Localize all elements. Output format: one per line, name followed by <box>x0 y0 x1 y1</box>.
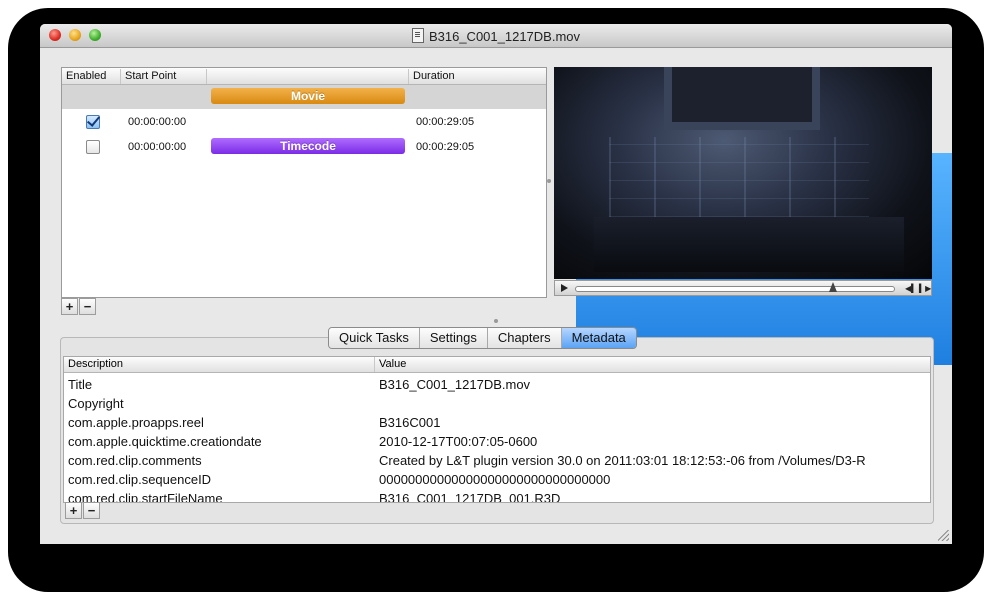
column-start-point[interactable]: Start Point <box>121 69 207 84</box>
video-frame-wall <box>609 137 869 217</box>
metadata-row[interactable]: com.apple.proapps.reel B316C001 <box>64 413 930 432</box>
movie-file-icon <box>411 28 424 43</box>
add-track-button[interactable]: + <box>61 298 78 315</box>
metadata-value[interactable]: B316C001 <box>379 413 440 432</box>
duration-video: 00:00:29:05 <box>416 116 475 128</box>
tab-settings[interactable]: Settings <box>419 328 488 348</box>
metadata-description: Copyright <box>68 396 124 411</box>
metadata-row[interactable]: com.red.clip.sequenceID 00000000000000000… <box>64 470 930 489</box>
metadata-header: Description Value <box>64 357 930 373</box>
track-pill-movie[interactable]: Movie <box>211 88 405 104</box>
metadata-description: com.red.clip.comments <box>68 453 202 468</box>
column-description[interactable]: Description <box>64 357 375 372</box>
window-title-text: B316_C001_1217DB.mov <box>428 29 581 44</box>
step-forward-icon[interactable]: ▍▶ <box>919 284 931 293</box>
metadata-value[interactable]: 00000000000000000000000000000000 <box>379 470 610 489</box>
tracks-header: Enabled Start Point Duration <box>62 68 546 85</box>
column-track-name[interactable] <box>207 69 409 84</box>
metadata-description: com.red.clip.sequenceID <box>68 472 212 487</box>
remove-track-button[interactable]: − <box>79 298 96 315</box>
metadata-value[interactable]: B316_C001_1217DB.mov <box>379 375 530 394</box>
tab-bar: Quick Tasks Settings Chapters Metadata <box>328 327 637 349</box>
metadata-table: Description Value Title B316_C001_1217DB.… <box>63 356 931 503</box>
start-point-video: 00:00:00:00 <box>128 116 187 128</box>
enabled-checkbox-timecode[interactable] <box>86 140 100 154</box>
video-preview[interactable] <box>554 67 932 279</box>
metadata-row[interactable]: Copyright <box>64 394 930 413</box>
metadata-row[interactable]: com.red.clip.comments Created by L&T plug… <box>64 451 930 470</box>
metadata-value[interactable]: Created by L&T plugin version 30.0 on 20… <box>379 451 866 470</box>
start-point-timecode: 00:00:00:00 <box>128 141 187 153</box>
tab-metadata[interactable]: Metadata <box>561 328 636 348</box>
enabled-checkbox-video[interactable] <box>86 115 100 129</box>
column-enabled[interactable]: Enabled <box>62 69 121 84</box>
metadata-value[interactable]: B316_C001_1217DB_001.R3D <box>379 489 560 502</box>
step-backward-icon[interactable]: ◀▍ <box>905 284 917 293</box>
playback-controls: ◀▍ ▍▶ <box>554 280 932 296</box>
track-row-timecode[interactable]: 00:00:00:00 Timecode 00:00:29:05 <box>62 135 546 159</box>
track-pill-timecode[interactable]: Timecode <box>211 138 405 154</box>
metadata-description: com.apple.quicktime.creationdate <box>68 434 262 449</box>
video-frame-content <box>664 67 820 130</box>
add-metadata-button[interactable]: + <box>65 502 82 519</box>
metadata-description: com.apple.proapps.reel <box>68 415 204 430</box>
metadata-value[interactable]: 2010-12-17T00:07:05-0600 <box>379 432 537 451</box>
metadata-row[interactable]: com.red.clip.startFileName B316_C001_1217… <box>64 489 930 503</box>
resize-grip[interactable] <box>938 530 949 541</box>
metadata-description: Title <box>68 377 93 392</box>
scrubber-track[interactable] <box>575 286 895 292</box>
title-bar[interactable]: B316_C001_1217DB.mov <box>40 24 952 48</box>
window-title: B316_C001_1217DB.mov <box>40 28 952 44</box>
tab-chapters[interactable]: Chapters <box>487 328 562 348</box>
column-value[interactable]: Value <box>375 357 930 372</box>
inspector-window: B316_C001_1217DB.mov Enabled Start Point… <box>40 24 952 544</box>
metadata-row[interactable]: Title B316_C001_1217DB.mov <box>64 375 930 394</box>
tracks-table: Enabled Start Point Duration Movie 00:00… <box>61 67 952 365</box>
remove-metadata-button[interactable]: − <box>83 502 100 519</box>
track-row-movie[interactable]: Movie <box>62 85 546 109</box>
tab-quick-tasks[interactable]: Quick Tasks <box>329 328 420 348</box>
column-duration[interactable]: Duration <box>409 69 546 84</box>
metadata-row[interactable]: com.apple.quicktime.creationdate 2010-12-… <box>64 432 930 451</box>
vertical-splitter[interactable] <box>547 179 551 183</box>
play-icon[interactable] <box>561 284 568 292</box>
metadata-description: com.red.clip.startFileName <box>68 491 223 503</box>
video-frame-floor <box>594 217 904 272</box>
playhead-handle[interactable] <box>828 282 837 292</box>
duration-timecode: 00:00:29:05 <box>416 141 475 153</box>
track-row-video[interactable]: 00:00:00:00 Video 00:00:29:05 <box>62 110 952 365</box>
horizontal-splitter[interactable] <box>494 319 498 323</box>
